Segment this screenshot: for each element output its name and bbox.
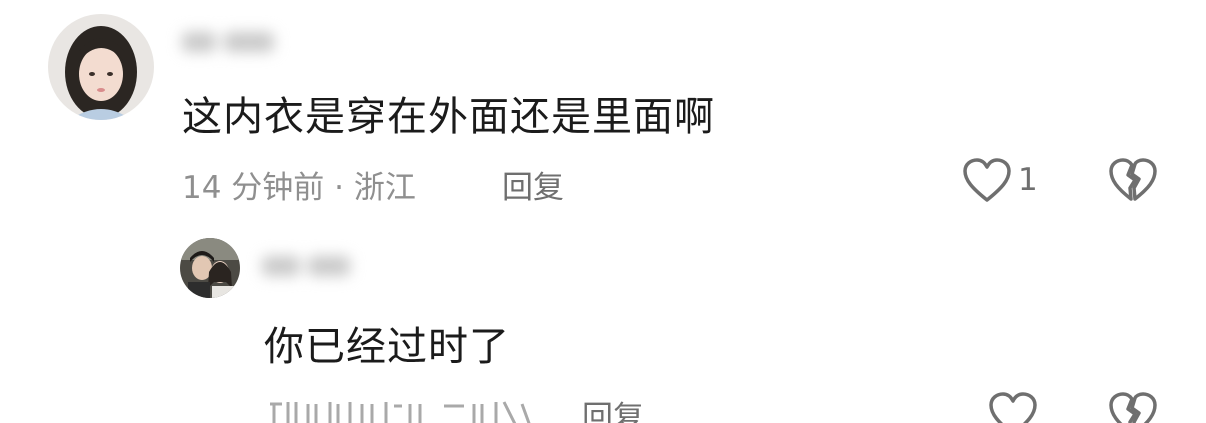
reply-label-2: 回复 xyxy=(582,400,644,423)
like-count: 1 xyxy=(1018,162,1038,198)
reply-text: 你已经过时了 xyxy=(264,324,510,370)
reply-button[interactable]: 回复 xyxy=(502,162,564,207)
dislike-button[interactable] xyxy=(1108,158,1158,204)
comment-meta: 14 分钟前 · 浙江 xyxy=(182,170,416,206)
reply-button-2[interactable]: 回复 xyxy=(582,394,644,423)
reply-avatar[interactable] xyxy=(180,238,240,298)
broken-heart-icon xyxy=(1108,158,1158,204)
commenter-name-blurred[interactable] xyxy=(182,22,292,62)
commenter-avatar[interactable] xyxy=(48,14,154,120)
replier-name-blurred[interactable] xyxy=(262,246,362,286)
reply-meta-cut xyxy=(268,396,538,423)
dislike-button-2[interactable] xyxy=(1108,392,1158,423)
like-button-2[interactable] xyxy=(988,392,1038,423)
comment-text: 这内衣是穿在外面还是里面啊 xyxy=(182,94,715,140)
like-button[interactable] xyxy=(962,158,1012,204)
heart-outline-icon xyxy=(962,158,1012,204)
